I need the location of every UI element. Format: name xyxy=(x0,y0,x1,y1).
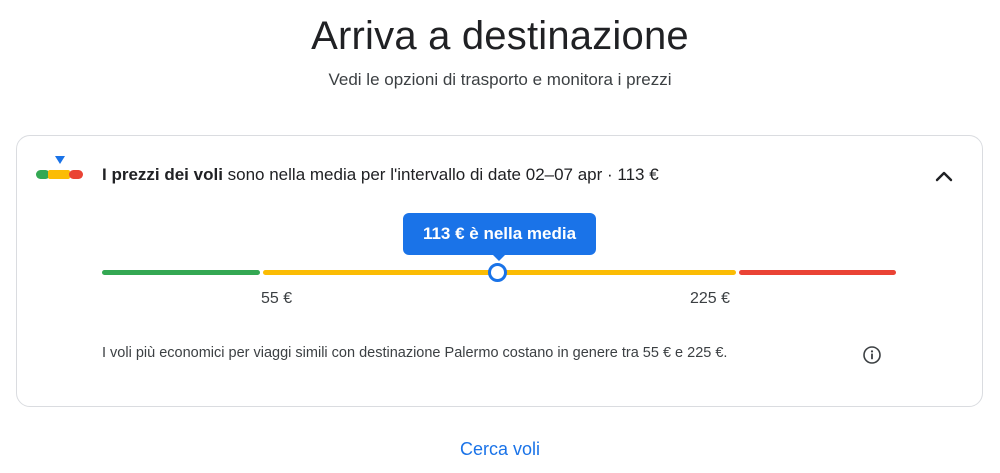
page-title: Arriva a destinazione xyxy=(311,14,689,58)
info-icon[interactable] xyxy=(862,345,882,365)
headline-rest: sono nella media per l'intervallo di dat… xyxy=(222,165,659,184)
page-subtitle: Vedi le opzioni di trasporto e monitora … xyxy=(328,70,672,89)
current-price-marker xyxy=(488,263,507,282)
price-range-high-segment xyxy=(739,270,896,275)
range-low-label: 55 € xyxy=(261,290,293,307)
search-flights-link[interactable]: Cerca voli xyxy=(0,439,1000,460)
collapse-button[interactable] xyxy=(930,162,958,190)
price-range-description: I voli più economici per viaggi simili c… xyxy=(102,345,728,361)
price-gauge-icon xyxy=(36,156,83,179)
range-high-label: 225 € xyxy=(690,290,731,307)
price-insight-headline: I prezzi dei voli sono nella media per l… xyxy=(102,165,659,185)
bubble-tail xyxy=(492,254,506,261)
price-range-low-segment xyxy=(102,270,260,275)
chevron-up-icon xyxy=(935,171,953,182)
headline-bold: I prezzi dei voli xyxy=(102,165,223,184)
current-price-bubble: 113 € è nella media xyxy=(403,213,596,255)
